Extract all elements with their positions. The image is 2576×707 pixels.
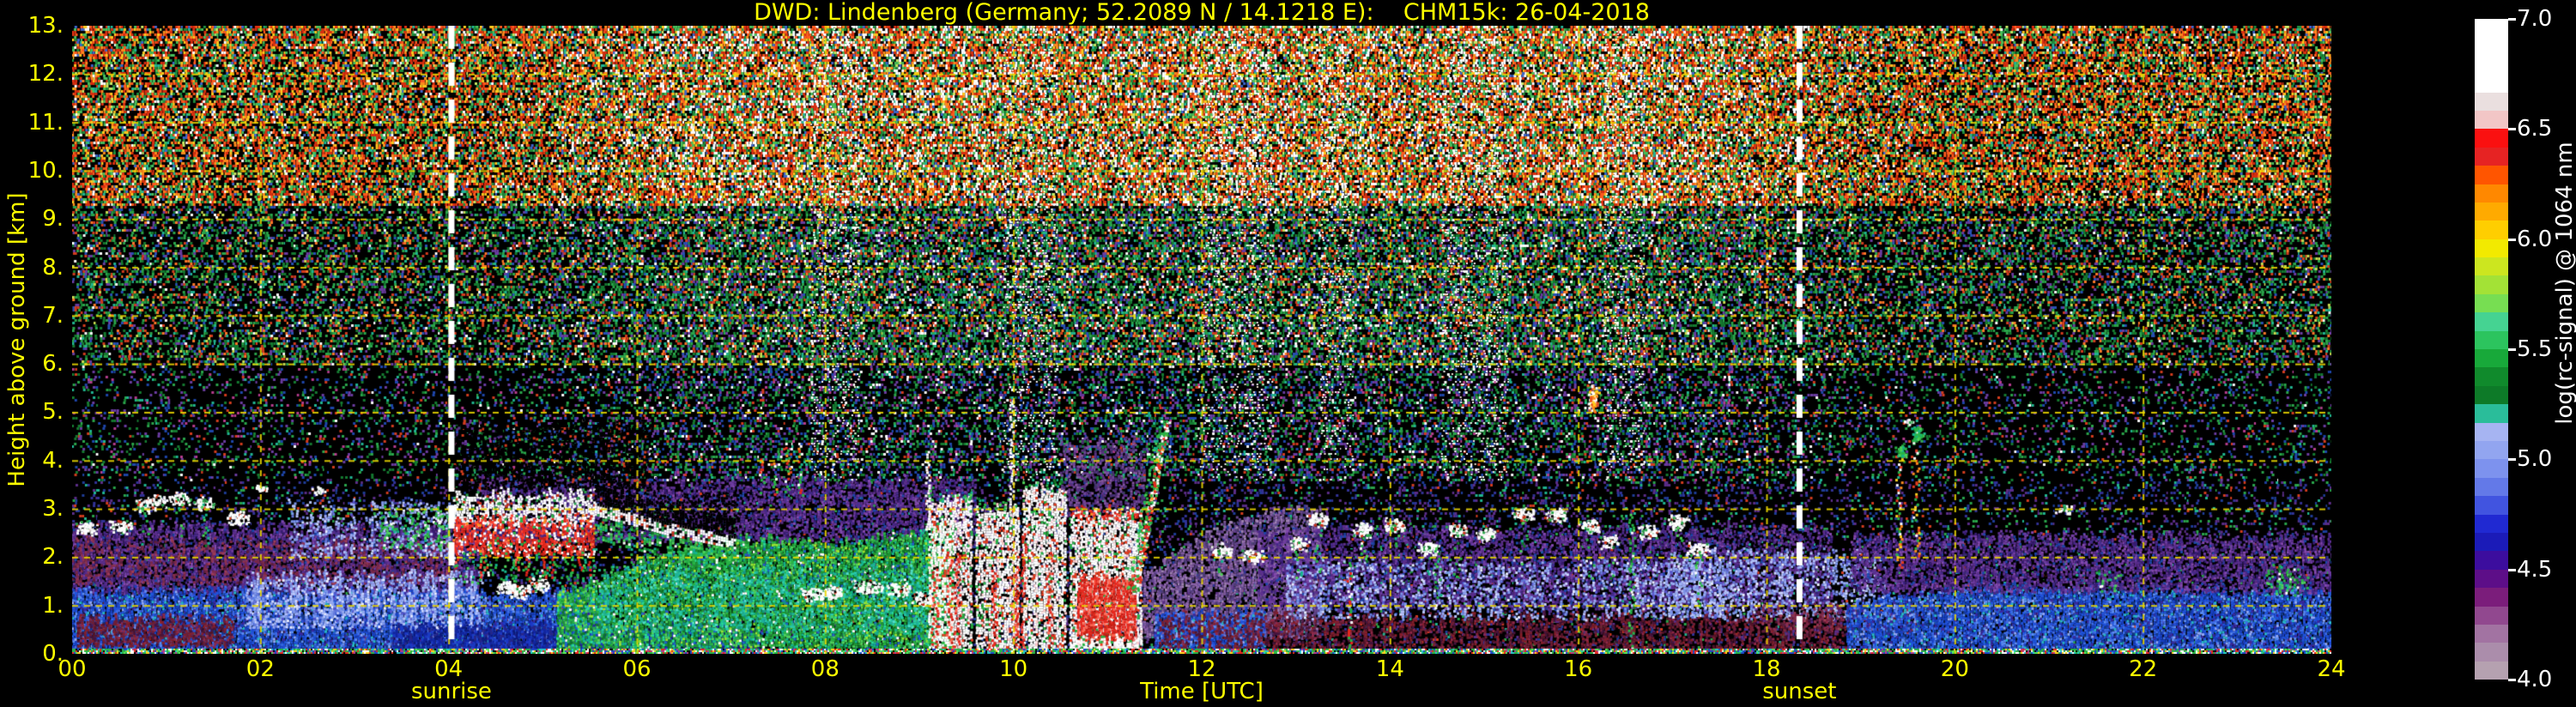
colorbar-band bbox=[2475, 92, 2508, 111]
y-tick-label: 4. bbox=[42, 447, 64, 474]
colorbar-band bbox=[2475, 643, 2508, 662]
y-axis-label: Height above ground [km] bbox=[4, 192, 30, 487]
x-tick-label: 06 bbox=[622, 656, 652, 682]
colorbar-band bbox=[2475, 221, 2508, 239]
x-tick-label: 24 bbox=[2317, 656, 2346, 682]
colorbar-tick-mark bbox=[2508, 458, 2516, 462]
x-tick-label: 10 bbox=[999, 656, 1028, 682]
ceilometer-figure: DWD: Lindenberg (Germany; 52.2089 N / 14… bbox=[0, 0, 2576, 707]
colorbar-tick-mark bbox=[2508, 348, 2516, 351]
colorbar-band bbox=[2475, 166, 2508, 184]
x-tick-label: 22 bbox=[2129, 656, 2158, 682]
x-tick-label: 14 bbox=[1375, 656, 1404, 682]
colorbar-band bbox=[2475, 129, 2508, 148]
x-tick-label: 00 bbox=[58, 656, 87, 682]
colorbar-tick-label: 4.5 bbox=[2517, 556, 2553, 583]
y-tick-label: 6. bbox=[42, 351, 64, 378]
y-tick-label: 3. bbox=[42, 496, 64, 523]
colorbar-band bbox=[2475, 404, 2508, 423]
sunset-annotation: sunset bbox=[1762, 679, 1837, 704]
colorbar-band bbox=[2475, 257, 2508, 276]
colorbar-axis-label: log(rc-signal) @ 1064 nm bbox=[2552, 142, 2576, 425]
colorbar-band bbox=[2475, 37, 2508, 56]
colorbar-band bbox=[2475, 422, 2508, 441]
colorbar-tick-label: 6.0 bbox=[2517, 226, 2553, 252]
colorbar-band bbox=[2475, 330, 2508, 350]
colorbar-band bbox=[2475, 385, 2508, 405]
x-tick-label: 18 bbox=[1752, 656, 1781, 682]
colorbar-band bbox=[2475, 74, 2508, 93]
colorbar-band bbox=[2475, 239, 2508, 258]
y-tick-label: 10. bbox=[27, 157, 64, 184]
colorbar-band bbox=[2475, 440, 2508, 460]
colorbar-band bbox=[2475, 459, 2508, 478]
colorbar-band bbox=[2475, 349, 2508, 368]
y-tick-label: 5. bbox=[42, 399, 64, 426]
colorbar-tick-mark bbox=[2508, 18, 2516, 21]
colorbar-band bbox=[2475, 624, 2508, 644]
colorbar-tick-mark bbox=[2508, 128, 2516, 131]
colorbar-band bbox=[2475, 514, 2508, 533]
colorbar-tick-mark bbox=[2508, 679, 2516, 681]
y-tick-label: 8. bbox=[42, 254, 64, 281]
colorbar-band bbox=[2475, 569, 2508, 589]
colorbar-tick-mark bbox=[2508, 238, 2516, 241]
x-tick-label: 04 bbox=[434, 656, 464, 682]
colorbar-band bbox=[2475, 275, 2508, 294]
colorbar-band bbox=[2475, 293, 2508, 313]
y-tick-label: 13. bbox=[27, 13, 64, 39]
colorbar bbox=[2475, 19, 2508, 680]
sunrise-annotation: sunrise bbox=[410, 679, 492, 704]
colorbar-band bbox=[2475, 532, 2508, 552]
x-tick-label: 12 bbox=[1187, 656, 1216, 682]
colorbar-band bbox=[2475, 55, 2508, 75]
x-tick-label: 20 bbox=[1940, 656, 1969, 682]
colorbar-band bbox=[2475, 312, 2508, 331]
x-tick-label: 08 bbox=[810, 656, 839, 682]
colorbar-band bbox=[2475, 551, 2508, 570]
y-tick-label: 11. bbox=[27, 109, 64, 136]
colorbar-tick-label: 7.0 bbox=[2517, 6, 2553, 32]
colorbar-tick-label: 5.5 bbox=[2517, 336, 2553, 362]
colorbar-band bbox=[2475, 147, 2508, 166]
colorbar-tick-mark bbox=[2508, 568, 2516, 571]
colorbar-band bbox=[2475, 477, 2508, 497]
colorbar-band bbox=[2475, 110, 2508, 130]
colorbar-band bbox=[2475, 588, 2508, 607]
plot-title: DWD: Lindenberg (Germany; 52.2089 N / 14… bbox=[754, 0, 1650, 26]
colorbar-band bbox=[2475, 606, 2508, 625]
colorbar-band bbox=[2475, 184, 2508, 202]
colorbar-band bbox=[2475, 19, 2508, 38]
heatmap-canvas bbox=[72, 26, 2331, 654]
colorbar-tick-label: 6.5 bbox=[2517, 116, 2553, 142]
y-tick-label: 1. bbox=[42, 592, 64, 619]
colorbar-tick-label: 4.0 bbox=[2517, 667, 2553, 692]
x-tick-label: 02 bbox=[245, 656, 275, 682]
y-tick-label: 7. bbox=[42, 302, 64, 329]
y-tick-label: 2. bbox=[42, 544, 64, 571]
colorbar-tick-label: 5.0 bbox=[2517, 446, 2553, 473]
colorbar-band bbox=[2475, 496, 2508, 515]
y-tick-label: 9. bbox=[42, 206, 64, 233]
colorbar-band bbox=[2475, 202, 2508, 221]
colorbar-band bbox=[2475, 367, 2508, 386]
y-tick-label: 12. bbox=[27, 61, 64, 88]
colorbar-band bbox=[2475, 661, 2508, 680]
x-tick-label: 16 bbox=[1564, 656, 1593, 682]
